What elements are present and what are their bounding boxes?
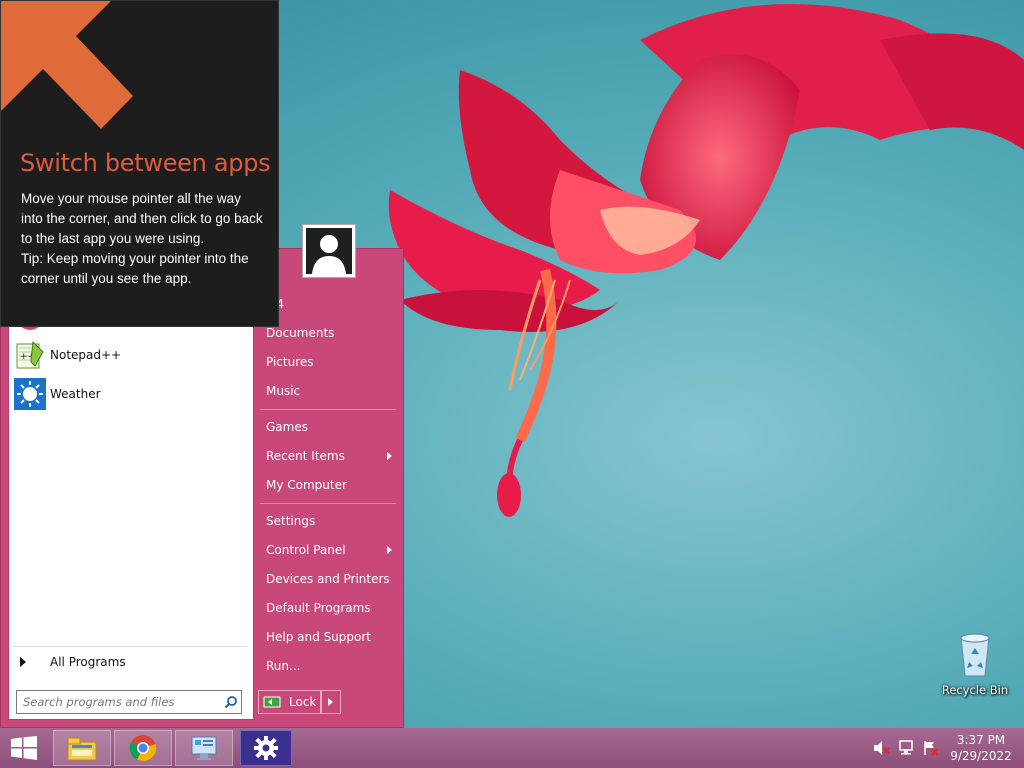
separator bbox=[260, 409, 396, 410]
taskbar-settings[interactable] bbox=[240, 730, 292, 766]
recycle-bin-shortcut[interactable]: Recycle Bin bbox=[940, 630, 1010, 697]
program-notepadpp[interactable]: ++ Notepad++ bbox=[14, 337, 121, 373]
switch-apps-tip: Switch between apps Move your mouse poin… bbox=[0, 0, 279, 327]
search-icon[interactable] bbox=[221, 692, 241, 712]
start-item-music[interactable]: Music bbox=[258, 377, 398, 405]
item-label: Run... bbox=[266, 659, 301, 673]
lock-label: Lock bbox=[289, 695, 317, 709]
item-label: Games bbox=[266, 420, 308, 434]
taskbar-chrome[interactable] bbox=[114, 730, 172, 766]
tip-body: Move your mouse pointer all the way into… bbox=[21, 189, 266, 289]
tip-line: Tip: Keep moving your pointer into the c… bbox=[21, 251, 249, 286]
control-panel-icon bbox=[191, 736, 217, 760]
item-label: Help and Support bbox=[266, 630, 371, 644]
item-label: My Computer bbox=[266, 478, 347, 492]
submenu-arrow-icon bbox=[387, 546, 392, 554]
start-item-help-support[interactable]: Help and Support bbox=[258, 623, 398, 651]
settings-gear-icon bbox=[254, 736, 278, 760]
weather-icon bbox=[14, 378, 46, 410]
all-programs-button[interactable]: All Programs bbox=[16, 650, 246, 674]
all-programs-label: All Programs bbox=[50, 655, 126, 669]
start-item-control-panel[interactable]: Control Panel bbox=[258, 536, 398, 564]
recycle-bin-label: Recycle Bin bbox=[941, 683, 1009, 697]
start-item-games[interactable]: Games bbox=[258, 413, 398, 441]
item-label: Music bbox=[266, 384, 301, 398]
item-label: Default Programs bbox=[266, 601, 371, 615]
tip-title: Switch between apps bbox=[20, 149, 271, 177]
start-item-run[interactable]: Run... bbox=[258, 652, 398, 680]
item-label: Recent Items bbox=[266, 449, 345, 463]
start-item-default-programs[interactable]: Default Programs bbox=[258, 594, 398, 622]
item-label: Pictures bbox=[266, 355, 314, 369]
file-explorer-icon bbox=[67, 737, 97, 761]
windows-logo-icon bbox=[11, 736, 37, 760]
submenu-arrow-icon bbox=[387, 452, 392, 460]
lock-button[interactable]: Lock bbox=[258, 690, 322, 714]
start-item-documents[interactable]: Documents bbox=[258, 319, 398, 347]
item-label: Settings bbox=[266, 514, 316, 528]
program-weather[interactable]: Weather bbox=[14, 376, 101, 412]
taskbar: 3:37 PM 9/29/2022 bbox=[0, 728, 1024, 768]
program-label: Weather bbox=[50, 387, 101, 401]
program-label: Notepad++ bbox=[50, 348, 122, 362]
clock-time: 3:37 PM bbox=[956, 733, 1006, 747]
start-item-settings[interactable]: Settings bbox=[258, 507, 398, 535]
action-center-flag-icon[interactable] bbox=[922, 740, 940, 756]
taskbar-control-panel[interactable] bbox=[175, 730, 233, 766]
lock-icon bbox=[263, 696, 281, 708]
chevron-right-icon bbox=[328, 698, 333, 706]
separator bbox=[260, 503, 396, 504]
start-item-pictures[interactable]: Pictures bbox=[258, 348, 398, 376]
separator bbox=[12, 646, 248, 647]
power-options-arrow[interactable] bbox=[320, 690, 341, 714]
chevron-right-icon bbox=[20, 657, 26, 667]
notepadpp-icon: ++ bbox=[14, 339, 46, 371]
tip-line: Move your mouse pointer all the way into… bbox=[21, 191, 263, 246]
start-item-user-folder[interactable]: M4 bbox=[258, 290, 398, 318]
chrome-icon bbox=[129, 735, 157, 762]
item-label: Devices and Printers bbox=[266, 572, 390, 586]
clock-date: 9/29/2022 bbox=[950, 749, 1012, 763]
volume-muted-icon[interactable] bbox=[872, 740, 890, 756]
recycle-bin-icon bbox=[960, 633, 990, 677]
corner-arrow-icon bbox=[1, 1, 133, 129]
user-avatar[interactable] bbox=[302, 224, 356, 278]
search-box[interactable] bbox=[16, 690, 242, 714]
network-icon[interactable] bbox=[898, 740, 916, 756]
taskbar-file-explorer[interactable] bbox=[53, 730, 111, 766]
start-item-devices-printers[interactable]: Devices and Printers bbox=[258, 565, 398, 593]
start-item-recent-items[interactable]: Recent Items bbox=[258, 442, 398, 470]
taskbar-clock[interactable]: 3:37 PM 9/29/2022 bbox=[946, 732, 1016, 764]
item-label: Control Panel bbox=[266, 543, 346, 557]
item-label: Documents bbox=[266, 326, 335, 340]
start-item-my-computer[interactable]: My Computer bbox=[258, 471, 398, 499]
search-input[interactable] bbox=[17, 692, 221, 712]
user-silhouette-icon bbox=[312, 235, 346, 274]
start-button[interactable] bbox=[0, 730, 48, 766]
